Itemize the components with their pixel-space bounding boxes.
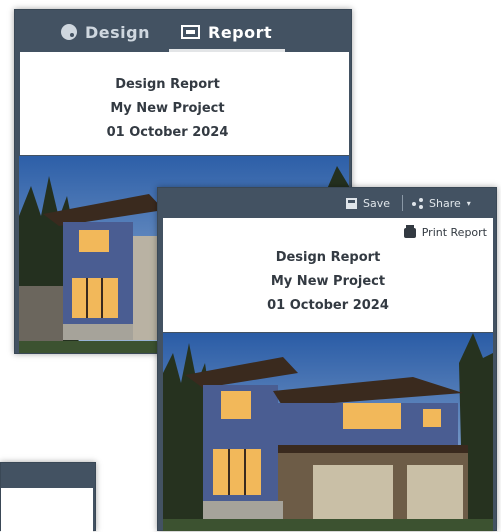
save-button[interactable]: Save [346, 195, 390, 211]
report-title: Design Report [115, 77, 220, 92]
project-name: My New Project [270, 274, 386, 289]
tab-design-label: Design [85, 22, 150, 42]
palette-icon [61, 24, 77, 40]
report-window-front: Save Share ▾ Print Report Design Report … [157, 187, 497, 531]
report-header: Print Report Design Report My New Projec… [163, 218, 493, 332]
tab-report-label: Report [208, 22, 273, 42]
print-report-label: Print Report [421, 226, 487, 239]
share-label: Share [429, 196, 461, 210]
partial-window [0, 462, 96, 532]
share-button[interactable]: Share ▾ [412, 195, 471, 211]
partial-window-content [1, 488, 93, 532]
chevron-down-icon: ▾ [466, 198, 471, 208]
tab-report[interactable]: Report [181, 21, 272, 43]
report-date: 01 October 2024 [106, 125, 229, 140]
project-name: My New Project [110, 101, 225, 116]
tab-bar: Design Report [15, 10, 351, 52]
report-header: Design Report My New Project 01 October … [20, 52, 349, 155]
save-label: Save [363, 196, 391, 210]
partial-window-header [1, 463, 95, 488]
save-icon [346, 197, 357, 209]
toolbar-divider [402, 195, 403, 211]
report-date: 01 October 2024 [267, 298, 389, 313]
share-icon [412, 197, 423, 209]
print-report-button[interactable]: Print Report [403, 224, 487, 239]
tab-design[interactable]: Design [61, 21, 150, 43]
toolbar: Save Share ▾ [158, 188, 496, 217]
report-icon [181, 25, 200, 39]
report-title: Design Report [275, 250, 381, 265]
house-photo [163, 333, 493, 531]
printer-icon [403, 224, 416, 238]
